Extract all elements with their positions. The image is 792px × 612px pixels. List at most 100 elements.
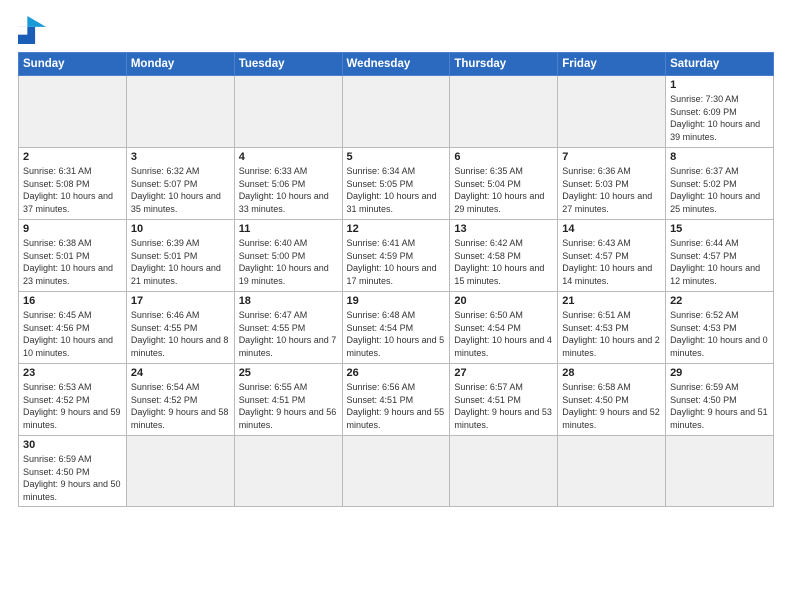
calendar-cell: 15Sunrise: 6:44 AM Sunset: 4:57 PM Dayli… <box>666 220 774 292</box>
day-number: 23 <box>23 367 122 379</box>
calendar-header-monday: Monday <box>126 53 234 76</box>
day-info: Sunrise: 6:41 AM Sunset: 4:59 PM Dayligh… <box>347 237 446 287</box>
day-info: Sunrise: 6:36 AM Sunset: 5:03 PM Dayligh… <box>562 165 661 215</box>
calendar-cell: 8 Sunrise: 6:37 AM Sunset: 5:02 PM Daylig… <box>666 148 774 220</box>
day-info: Sunrise: 6:31 AM Sunset: 5:08 PM Dayligh… <box>23 165 122 215</box>
calendar-header-saturday: Saturday <box>666 53 774 76</box>
day-number: 6 <box>454 151 553 163</box>
day-info: Sunrise: 6:51 AM Sunset: 4:53 PM Dayligh… <box>562 309 661 359</box>
day-info: Sunrise: 6:59 AM Sunset: 4:50 PM Dayligh… <box>670 381 769 431</box>
day-info: Sunrise: 6:32 AM Sunset: 5:07 PM Dayligh… <box>131 165 230 215</box>
calendar-cell <box>126 76 234 148</box>
calendar-cell: 19 Sunrise: 6:48 AM Sunset: 4:54 PM Dayli… <box>342 292 450 364</box>
day-info: Sunrise: 6:35 AM Sunset: 5:04 PM Dayligh… <box>454 165 553 215</box>
calendar-week-2: 9 Sunrise: 6:38 AM Sunset: 5:01 PM Daylig… <box>19 220 774 292</box>
calendar-header-friday: Friday <box>558 53 666 76</box>
day-number: 10 <box>131 223 230 235</box>
calendar-cell <box>126 436 234 507</box>
header <box>18 16 774 44</box>
day-number: 30 <box>23 439 122 451</box>
calendar-cell <box>342 76 450 148</box>
generalblue-logo-icon <box>18 16 46 44</box>
calendar-cell <box>450 76 558 148</box>
calendar-cell: 14 Sunrise: 6:43 AM Sunset: 4:57 PM Dayli… <box>558 220 666 292</box>
calendar-cell: 27 Sunrise: 6:57 AM Sunset: 4:51 PM Dayli… <box>450 364 558 436</box>
day-number: 5 <box>347 151 446 163</box>
calendar-cell: 11Sunrise: 6:40 AM Sunset: 5:00 PM Dayli… <box>234 220 342 292</box>
day-number: 3 <box>131 151 230 163</box>
calendar-cell <box>234 76 342 148</box>
day-info: Sunrise: 6:34 AM Sunset: 5:05 PM Dayligh… <box>347 165 446 215</box>
day-info: Sunrise: 6:33 AM Sunset: 5:06 PM Dayligh… <box>239 165 338 215</box>
calendar-cell <box>234 436 342 507</box>
day-number: 24 <box>131 367 230 379</box>
calendar-cell <box>342 436 450 507</box>
calendar-cell: 6 Sunrise: 6:35 AM Sunset: 5:04 PM Daylig… <box>450 148 558 220</box>
calendar-cell: 17Sunrise: 6:46 AM Sunset: 4:55 PM Dayli… <box>126 292 234 364</box>
calendar-cell: 13Sunrise: 6:42 AM Sunset: 4:58 PM Dayli… <box>450 220 558 292</box>
day-number: 27 <box>454 367 553 379</box>
calendar-cell: 18 Sunrise: 6:47 AM Sunset: 4:55 PM Dayli… <box>234 292 342 364</box>
calendar-cell: 20Sunrise: 6:50 AM Sunset: 4:54 PM Dayli… <box>450 292 558 364</box>
calendar-header-sunday: Sunday <box>19 53 127 76</box>
day-info: Sunrise: 6:59 AM Sunset: 4:50 PM Dayligh… <box>23 453 122 503</box>
calendar-cell <box>19 76 127 148</box>
calendar-cell: 29 Sunrise: 6:59 AM Sunset: 4:50 PM Dayli… <box>666 364 774 436</box>
day-number: 2 <box>23 151 122 163</box>
day-info: Sunrise: 6:38 AM Sunset: 5:01 PM Dayligh… <box>23 237 122 287</box>
day-info: Sunrise: 6:47 AM Sunset: 4:55 PM Dayligh… <box>239 309 338 359</box>
day-number: 4 <box>239 151 338 163</box>
day-info: Sunrise: 6:57 AM Sunset: 4:51 PM Dayligh… <box>454 381 553 431</box>
calendar-cell: 10 Sunrise: 6:39 AM Sunset: 5:01 PM Dayli… <box>126 220 234 292</box>
day-number: 14 <box>562 223 661 235</box>
day-info: Sunrise: 6:43 AM Sunset: 4:57 PM Dayligh… <box>562 237 661 287</box>
day-info: Sunrise: 6:46 AM Sunset: 4:55 PM Dayligh… <box>131 309 230 359</box>
calendar-header-wednesday: Wednesday <box>342 53 450 76</box>
calendar-cell: 25Sunrise: 6:55 AM Sunset: 4:51 PM Dayli… <box>234 364 342 436</box>
calendar-cell: 23Sunrise: 6:53 AM Sunset: 4:52 PM Dayli… <box>19 364 127 436</box>
day-info: Sunrise: 6:52 AM Sunset: 4:53 PM Dayligh… <box>670 309 769 359</box>
calendar-cell: 30 Sunrise: 6:59 AM Sunset: 4:50 PM Dayli… <box>19 436 127 507</box>
calendar-cell: 4 Sunrise: 6:33 AM Sunset: 5:06 PM Daylig… <box>234 148 342 220</box>
day-info: Sunrise: 7:30 AM Sunset: 6:09 PM Dayligh… <box>670 93 769 143</box>
calendar-header-tuesday: Tuesday <box>234 53 342 76</box>
calendar-cell: 3 Sunrise: 6:32 AM Sunset: 5:07 PM Daylig… <box>126 148 234 220</box>
day-number: 8 <box>670 151 769 163</box>
calendar-cell: 12 Sunrise: 6:41 AM Sunset: 4:59 PM Dayli… <box>342 220 450 292</box>
calendar-week-4: 23Sunrise: 6:53 AM Sunset: 4:52 PM Dayli… <box>19 364 774 436</box>
calendar-cell: 24 Sunrise: 6:54 AM Sunset: 4:52 PM Dayli… <box>126 364 234 436</box>
day-info: Sunrise: 6:39 AM Sunset: 5:01 PM Dayligh… <box>131 237 230 287</box>
calendar: SundayMondayTuesdayWednesdayThursdayFrid… <box>18 52 774 507</box>
day-number: 29 <box>670 367 769 379</box>
calendar-cell: 9 Sunrise: 6:38 AM Sunset: 5:01 PM Daylig… <box>19 220 127 292</box>
calendar-cell: 7Sunrise: 6:36 AM Sunset: 5:03 PM Daylig… <box>558 148 666 220</box>
day-info: Sunrise: 6:45 AM Sunset: 4:56 PM Dayligh… <box>23 309 122 359</box>
calendar-header-row: SundayMondayTuesdayWednesdayThursdayFrid… <box>19 53 774 76</box>
calendar-cell <box>450 436 558 507</box>
logo <box>18 16 50 44</box>
calendar-week-1: 2 Sunrise: 6:31 AM Sunset: 5:08 PM Daylig… <box>19 148 774 220</box>
day-info: Sunrise: 6:56 AM Sunset: 4:51 PM Dayligh… <box>347 381 446 431</box>
day-number: 22 <box>670 295 769 307</box>
calendar-cell: 28Sunrise: 6:58 AM Sunset: 4:50 PM Dayli… <box>558 364 666 436</box>
calendar-cell <box>666 436 774 507</box>
day-info: Sunrise: 6:44 AM Sunset: 4:57 PM Dayligh… <box>670 237 769 287</box>
day-number: 9 <box>23 223 122 235</box>
day-number: 18 <box>239 295 338 307</box>
calendar-week-3: 16 Sunrise: 6:45 AM Sunset: 4:56 PM Dayli… <box>19 292 774 364</box>
day-info: Sunrise: 6:40 AM Sunset: 5:00 PM Dayligh… <box>239 237 338 287</box>
day-info: Sunrise: 6:48 AM Sunset: 4:54 PM Dayligh… <box>347 309 446 359</box>
day-number: 21 <box>562 295 661 307</box>
day-number: 28 <box>562 367 661 379</box>
calendar-cell <box>558 436 666 507</box>
day-info: Sunrise: 6:37 AM Sunset: 5:02 PM Dayligh… <box>670 165 769 215</box>
calendar-week-5: 30 Sunrise: 6:59 AM Sunset: 4:50 PM Dayli… <box>19 436 774 507</box>
day-number: 12 <box>347 223 446 235</box>
day-info: Sunrise: 6:42 AM Sunset: 4:58 PM Dayligh… <box>454 237 553 287</box>
day-number: 19 <box>347 295 446 307</box>
day-number: 25 <box>239 367 338 379</box>
day-info: Sunrise: 6:54 AM Sunset: 4:52 PM Dayligh… <box>131 381 230 431</box>
day-number: 16 <box>23 295 122 307</box>
day-number: 1 <box>670 79 769 91</box>
calendar-week-0: 1 Sunrise: 7:30 AM Sunset: 6:09 PM Daylig… <box>19 76 774 148</box>
